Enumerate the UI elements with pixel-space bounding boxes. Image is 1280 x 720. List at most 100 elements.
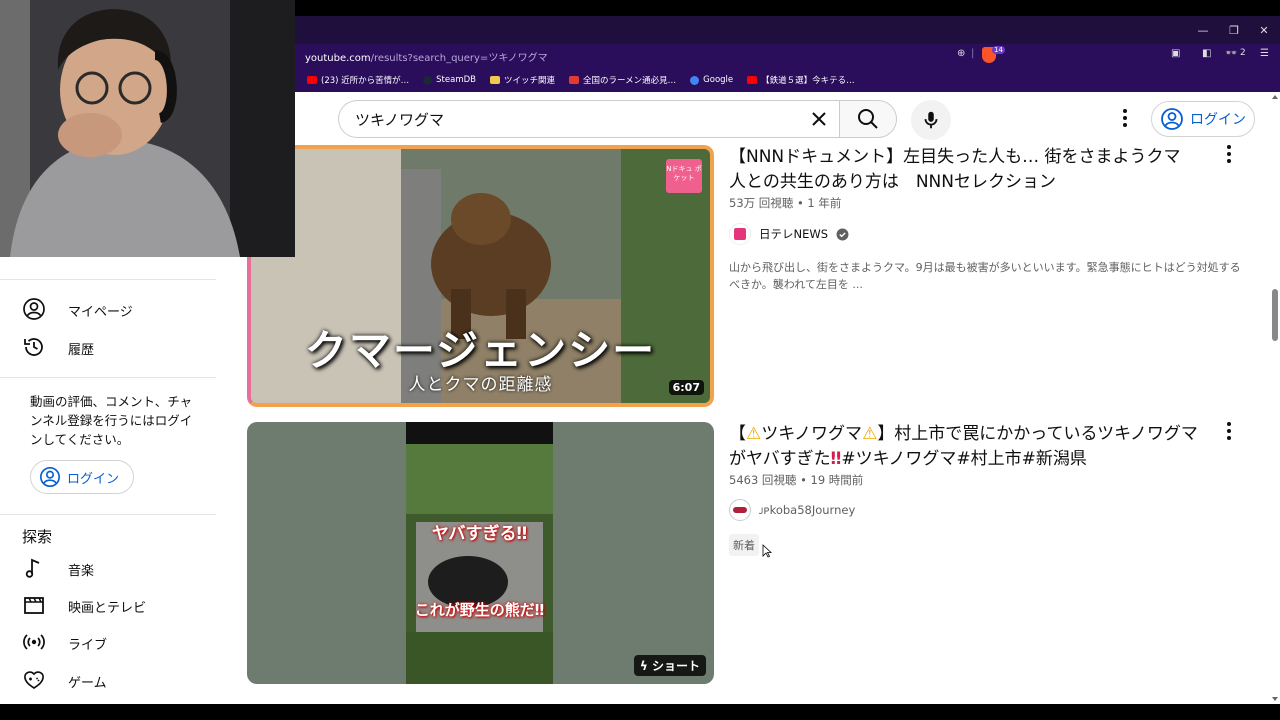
channel-row[interactable]: ᴊᴘkoba58Journey <box>729 499 855 521</box>
address-bar[interactable]: youtube.com/results?search_query=ツキノワグマ … <box>295 44 1280 68</box>
reader-mode-icon[interactable]: ▣ <box>1171 48 1180 59</box>
microphone-icon <box>924 111 938 129</box>
sidebar-item-history[interactable]: 履歴 <box>0 329 216 365</box>
channel-avatar[interactable] <box>729 223 751 245</box>
short-overlay-bottom: これが野生の熊だ‼ <box>414 601 545 619</box>
sidebar-login-label: ログイン <box>67 471 120 487</box>
streamer-webcam-image <box>0 0 295 257</box>
live-icon <box>23 634 45 650</box>
sidebar-item-gaming[interactable]: ゲーム <box>0 662 216 698</box>
bookmark-item[interactable]: (23) 近所から苦情が… <box>307 74 409 86</box>
short-overlay-top: ヤバすぎる‼ <box>431 524 528 544</box>
webcam-overlay <box>0 0 295 257</box>
extensions-icon[interactable]: 👓 <box>1225 48 1237 59</box>
sidebar-item-label: マイページ <box>68 305 133 320</box>
account-circle-icon <box>1161 108 1183 130</box>
sidebar-divider <box>0 514 216 515</box>
sidebar-item-label: 映画とテレビ <box>68 601 147 616</box>
folder-icon <box>489 76 500 84</box>
search-query-text[interactable]: ツキノワグマ <box>355 109 444 130</box>
thumbnail-subcaption: 人とクマの距離感 <box>408 375 553 395</box>
shorts-badge: ϟ ショート <box>633 655 706 676</box>
sidebar-item-label: ゲーム <box>68 676 107 691</box>
avatar-graphic-icon <box>733 507 747 513</box>
scroll-up-icon[interactable] <box>1272 95 1278 99</box>
sidebar-item-music[interactable]: 音楽 <box>0 550 216 586</box>
title-bracket: 【 <box>729 424 746 444</box>
sidebar-divider <box>0 377 216 378</box>
video-menu-icon[interactable] <box>1217 419 1241 443</box>
shorts-icon: ϟ <box>639 659 652 673</box>
signin-note: 動画の評価、コメント、チャンネル登録を行うにはログインしてください。 <box>30 394 193 447</box>
explore-heading: 探索 <box>22 528 53 546</box>
youtube-icon <box>747 76 758 84</box>
bookmark-item[interactable]: Google <box>690 75 733 85</box>
sidebar-item-label: 音楽 <box>68 564 95 579</box>
sidebar-divider <box>0 279 216 280</box>
zoom-icon[interactable]: ⊕ <box>957 48 965 59</box>
video-meta: 5463 回視聴 • 19 時間前 <box>729 473 864 487</box>
video-thumbnail[interactable]: Nドキュ ポケット クマージェンシー 人とクマの距離感 6:07 <box>247 145 714 407</box>
bookmark-item[interactable]: 全国のラーメン通必見… <box>569 74 676 86</box>
search-input[interactable]: ツキノワグマ <box>338 100 839 138</box>
close-window-icon[interactable]: ✕ <box>1249 16 1279 44</box>
screen-bottom-border <box>0 704 1280 720</box>
title-keyword: ツキノワグマ <box>761 424 863 444</box>
movie-icon <box>24 597 44 614</box>
settings-menu-icon[interactable] <box>1113 106 1137 130</box>
channel-name[interactable]: 日テレNEWS <box>759 226 828 242</box>
youtube-icon <box>307 76 317 84</box>
url-text[interactable]: youtube.com/results?search_query=ツキノワグマ <box>305 49 548 64</box>
channel-row[interactable]: 日テレNEWS <box>729 223 849 245</box>
title-hashtags: #ツキノワグマ#村上市#新潟県 <box>841 449 1087 469</box>
sidebar-item-movies[interactable]: 映画とテレビ <box>0 587 216 623</box>
channel-avatar[interactable] <box>729 499 751 521</box>
thumbnail-caption: クマージェンシー <box>304 326 657 375</box>
history-icon <box>24 338 43 356</box>
minimize-icon[interactable]: — <box>1188 16 1218 44</box>
video-title[interactable]: 【⚠ツキノワグマ⚠】村上市で罠にかかっているツキノワグマがヤバすぎた‼#ツキノワ… <box>729 422 1199 472</box>
music-icon <box>25 558 40 578</box>
ramen-site-icon <box>569 76 579 84</box>
brave-shield-count: 14 <box>992 46 1005 54</box>
channel-name[interactable]: ᴊᴘkoba58Journey <box>759 503 855 517</box>
extensions-count: 2 <box>1240 48 1246 58</box>
video-description: 山から飛び出し、街をさまようクマ。9月は最も被害が多いといいます。緊急事態にヒト… <box>729 261 1241 291</box>
voice-search-button[interactable] <box>911 100 951 140</box>
double-exclamation-icon: ‼ <box>830 449 842 469</box>
bookmark-item[interactable]: ツイッチ関連 <box>489 74 555 86</box>
new-badge: 新着 <box>729 534 759 556</box>
game-icon <box>24 671 44 690</box>
bookmark-item[interactable]: 【鉄道５選】今キテる… <box>747 74 855 86</box>
search-icon <box>858 109 878 129</box>
login-button-label: ログイン <box>1190 112 1246 128</box>
mouse-cursor-icon <box>762 544 772 558</box>
browser-menu-icon[interactable]: ☰ <box>1260 48 1269 59</box>
video-menu-icon[interactable] <box>1217 142 1241 166</box>
sidebar-item-label: ライブ <box>68 638 108 653</box>
sidebar-toggle-icon[interactable]: ◧ <box>1202 48 1211 59</box>
maximize-icon[interactable]: ❐ <box>1219 16 1249 44</box>
video-duration: 6:07 <box>668 380 704 395</box>
browser-titlebar: — ❐ ✕ <box>295 16 1280 44</box>
bookmarks-bar: (23) 近所から苦情が… SteamDB ツイッチ関連 全国のラーメン通必見…… <box>295 68 1280 92</box>
clear-search-icon[interactable] <box>807 107 831 131</box>
sidebar-item-label: 履歴 <box>68 343 95 358</box>
scroll-down-icon[interactable] <box>1272 697 1278 701</box>
sidebar-item-live[interactable]: ライブ <box>0 624 216 660</box>
video-title[interactable]: 【NNNドキュメント】左目失った人も… 街をさまようクマ 人との共生のあり方は … <box>729 145 1199 195</box>
account-circle-icon <box>40 467 60 487</box>
channel-logo-badge: Nドキュ ポケット <box>666 159 702 193</box>
video-meta: 53万 回視聴 • 1 年前 <box>729 196 842 210</box>
sidebar-item-mypage[interactable]: マイページ <box>0 291 216 327</box>
bookmark-item[interactable]: SteamDB <box>423 75 476 85</box>
scrollbar-thumb[interactable] <box>1272 289 1278 341</box>
warning-icon: ⚠ <box>746 424 762 444</box>
short-thumbnail[interactable]: ヤバすぎる‼ これが野生の熊だ‼ ϟ ショート <box>247 422 714 684</box>
search-button[interactable] <box>839 100 897 138</box>
page-scrollbar[interactable] <box>1270 92 1280 704</box>
url-separator: | <box>971 48 975 59</box>
login-button[interactable]: ログイン <box>1151 101 1255 137</box>
google-icon <box>690 75 700 85</box>
sidebar-login-button[interactable]: ログイン <box>30 460 134 494</box>
